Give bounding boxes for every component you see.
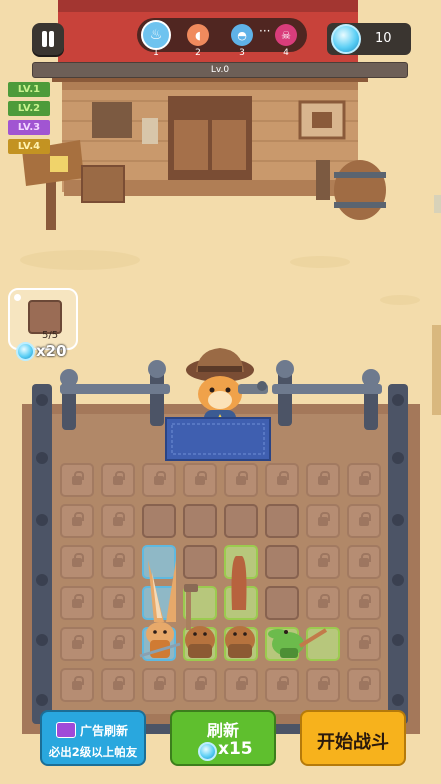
crate-indicator-dot xyxy=(14,294,21,301)
grid-slot-locked[interactable] xyxy=(306,504,340,538)
grid-slot-locked[interactable] xyxy=(101,586,135,620)
grid-slot-locked[interactable] xyxy=(347,545,381,579)
ad-refresh-button[interactable]: 广告刷新 必出2级以上帕友 xyxy=(40,710,146,766)
grid-slot-locked[interactable] xyxy=(60,586,94,620)
grid-slot-locked[interactable] xyxy=(101,668,135,702)
level-tag-3: LV.3 xyxy=(8,120,50,135)
grid-slot-open[interactable] xyxy=(265,504,299,538)
grid-slot-occupied[interactable] xyxy=(142,586,176,620)
refresh-label: 刷新 xyxy=(206,721,239,740)
stage-ellipsis: ··· xyxy=(259,24,271,38)
gem-icon xyxy=(331,24,361,54)
hero-grid xyxy=(0,0,441,784)
refresh-cost: x15 xyxy=(218,739,253,759)
grid-slot-open[interactable] xyxy=(224,504,258,538)
ad-refresh-title: 广告刷新 xyxy=(80,724,129,738)
stage-1-pot-icon: ♨ xyxy=(141,20,171,50)
level-progress-bar: Lv.0 xyxy=(32,62,408,78)
stage-2-meat-icon: ◖ xyxy=(187,24,209,46)
stage-3-number: 3 xyxy=(239,48,245,58)
grid-slot-locked[interactable] xyxy=(60,627,94,661)
stage-2-number: 2 xyxy=(195,48,201,58)
grid-slot-locked[interactable] xyxy=(183,668,217,702)
crate-icon xyxy=(28,300,62,334)
grid-slot-open[interactable] xyxy=(265,545,299,579)
grid-slot-open[interactable] xyxy=(183,504,217,538)
grid-slot-occupied[interactable] xyxy=(224,627,258,661)
pause-button[interactable] xyxy=(32,23,64,55)
grid-slot-locked[interactable] xyxy=(347,463,381,497)
grid-slot-locked[interactable] xyxy=(183,463,217,497)
grid-slot-occupied[interactable] xyxy=(183,586,217,620)
grid-slot-locked[interactable] xyxy=(306,463,340,497)
stage-3-helmet-icon: ◓ xyxy=(231,24,253,46)
grid-slot-locked[interactable] xyxy=(224,463,258,497)
video-ad-icon xyxy=(56,722,76,738)
stage-4-skull-icon: ☠ xyxy=(275,24,297,46)
grid-slot-occupied[interactable] xyxy=(183,627,217,661)
grid-slot-occupied[interactable] xyxy=(265,627,299,661)
grid-slot-locked[interactable] xyxy=(101,545,135,579)
start-battle-button[interactable]: 开始战斗 xyxy=(300,710,406,766)
level-tag-1: LV.1 xyxy=(8,82,50,97)
refresh-button[interactable]: 刷新 x15 xyxy=(170,710,276,766)
grid-slot-locked[interactable] xyxy=(306,586,340,620)
grid-slot-occupied[interactable] xyxy=(142,627,176,661)
grid-slot-locked[interactable] xyxy=(101,627,135,661)
grid-slot-locked[interactable] xyxy=(60,668,94,702)
stage-progress: ♨ 1 ◖ 2 ◓ 3 ··· ☠ 4 xyxy=(137,18,307,58)
grid-slot-locked[interactable] xyxy=(101,463,135,497)
level-tag-2: LV.2 xyxy=(8,101,50,116)
crate-gem-icon xyxy=(16,342,35,361)
crate-count: 5/5 xyxy=(42,330,59,341)
stage-1-number: 1 xyxy=(153,48,159,58)
gem-counter: 10 xyxy=(327,23,411,55)
stage-4-number: 4 xyxy=(283,48,289,58)
gem-count: 10 xyxy=(375,31,392,46)
grid-slot-locked[interactable] xyxy=(142,668,176,702)
grid-slot-locked[interactable] xyxy=(60,545,94,579)
grid-slot-locked[interactable] xyxy=(306,545,340,579)
grid-slot-occupied[interactable] xyxy=(306,627,340,661)
level-label: Lv.0 xyxy=(210,65,230,75)
grid-slot-locked[interactable] xyxy=(265,668,299,702)
grid-slot-locked[interactable] xyxy=(347,504,381,538)
grid-slot-locked[interactable] xyxy=(306,668,340,702)
grid-slot-locked[interactable] xyxy=(265,463,299,497)
hero-crate[interactable]: 5/5 xyxy=(8,288,78,350)
start-battle-label: 开始战斗 xyxy=(317,732,389,753)
grid-slot-open[interactable] xyxy=(142,504,176,538)
grid-slot-open[interactable] xyxy=(265,586,299,620)
grid-slot-locked[interactable] xyxy=(142,463,176,497)
grid-slot-occupied[interactable] xyxy=(224,586,258,620)
crate-cost: x20 xyxy=(36,342,67,360)
level-tag-4: LV.4 xyxy=(8,139,50,154)
grid-slot-locked[interactable] xyxy=(347,586,381,620)
grid-slot-locked[interactable] xyxy=(60,504,94,538)
grid-slot-locked[interactable] xyxy=(60,463,94,497)
grid-slot-locked[interactable] xyxy=(347,627,381,661)
grid-slot-locked[interactable] xyxy=(101,504,135,538)
grid-slot-locked[interactable] xyxy=(347,668,381,702)
grid-slot-open[interactable] xyxy=(183,545,217,579)
refresh-gem-icon xyxy=(198,742,217,761)
grid-slot-locked[interactable] xyxy=(224,668,258,702)
ad-refresh-subtitle: 必出2级以上帕友 xyxy=(48,745,138,759)
grid-slot-occupied[interactable] xyxy=(224,545,258,579)
grid-slot-occupied[interactable] xyxy=(142,545,176,579)
